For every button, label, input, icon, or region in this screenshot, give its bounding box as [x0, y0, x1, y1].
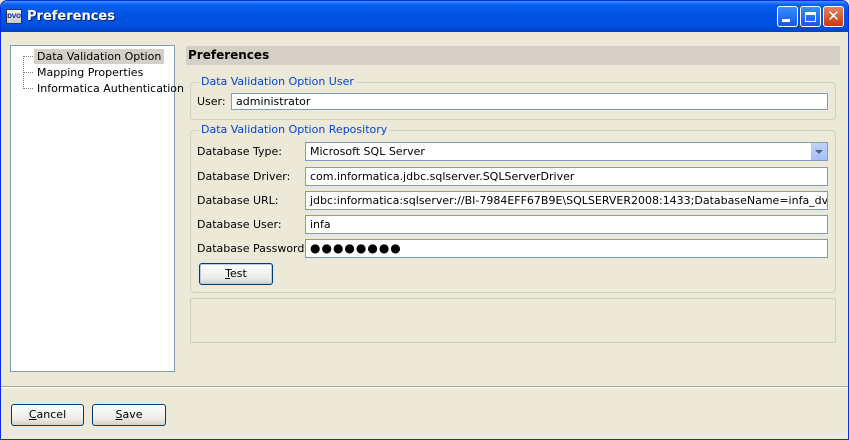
tree-item-label: Informatica Authentication — [37, 82, 185, 95]
tree-branch — [23, 72, 33, 73]
maximize-button[interactable] — [800, 6, 821, 27]
database-type-label: Database Type: — [197, 145, 282, 158]
user-label: User: — [197, 95, 226, 108]
database-type-value: Microsoft SQL Server — [310, 145, 425, 158]
dvo-app-icon[interactable]: DVO — [6, 9, 22, 24]
title-bar[interactable]: DVO Preferences ✕ — [1, 1, 848, 32]
maximize-icon — [805, 11, 816, 22]
status-panel — [190, 298, 836, 343]
save-button[interactable]: Save — [92, 404, 166, 426]
repository-group-title: Data Validation Option Repository — [199, 123, 390, 137]
user-group-title: Data Validation Option User — [199, 75, 356, 89]
footer-separator — [1, 386, 848, 388]
database-user-label: Database User: — [197, 218, 282, 231]
save-button-label: ave — [122, 408, 143, 421]
database-driver-label: Database Driver: — [197, 170, 291, 183]
test-button-label: est — [230, 267, 247, 280]
cancel-button-mnemonic: C — [28, 408, 37, 421]
minimize-icon — [782, 19, 790, 22]
database-url-input[interactable]: jdbc:informatica:sqlserver://BI-7984EFF6… — [305, 191, 828, 210]
cancel-button-label: ancel — [36, 408, 67, 421]
close-icon: ✕ — [827, 7, 840, 25]
database-password-input[interactable]: ●●●●●●●● — [305, 239, 828, 258]
panel-header: Preferences — [186, 46, 840, 65]
database-password-label: Database Password: — [197, 242, 309, 255]
database-driver-input[interactable]: com.informatica.jdbc.sqlserver.SQLServer… — [305, 167, 828, 186]
preferences-tree[interactable]: Data Validation Option Mapping Propertie… — [10, 45, 184, 372]
cancel-button[interactable]: Cancel — [11, 404, 84, 426]
chevron-down-icon — [815, 149, 823, 154]
tree-item-mapping-properties[interactable]: Mapping Properties — [11, 65, 174, 80]
tree-item-label: Data Validation Option — [34, 49, 165, 64]
tree-branch — [23, 56, 33, 57]
tree-item-informatica-authentication[interactable]: Informatica Authentication — [11, 81, 184, 96]
database-user-input[interactable]: infa — [305, 215, 828, 234]
database-type-select[interactable]: Microsoft SQL Server — [305, 142, 828, 161]
preferences-window: DVO Preferences ✕ Data Validation Option… — [0, 0, 849, 440]
tree-item-label: Mapping Properties — [37, 66, 144, 79]
user-input[interactable]: administrator — [231, 93, 828, 110]
close-button[interactable]: ✕ — [823, 6, 844, 27]
database-url-label: Database URL: — [197, 194, 279, 207]
test-button[interactable]: Test — [199, 263, 273, 285]
window-title: Preferences — [27, 9, 115, 24]
dropdown-button[interactable] — [810, 143, 827, 160]
minimize-button[interactable] — [777, 6, 798, 27]
tree-item-data-validation-option[interactable]: Data Validation Option — [11, 49, 174, 64]
tree-branch — [23, 88, 33, 89]
